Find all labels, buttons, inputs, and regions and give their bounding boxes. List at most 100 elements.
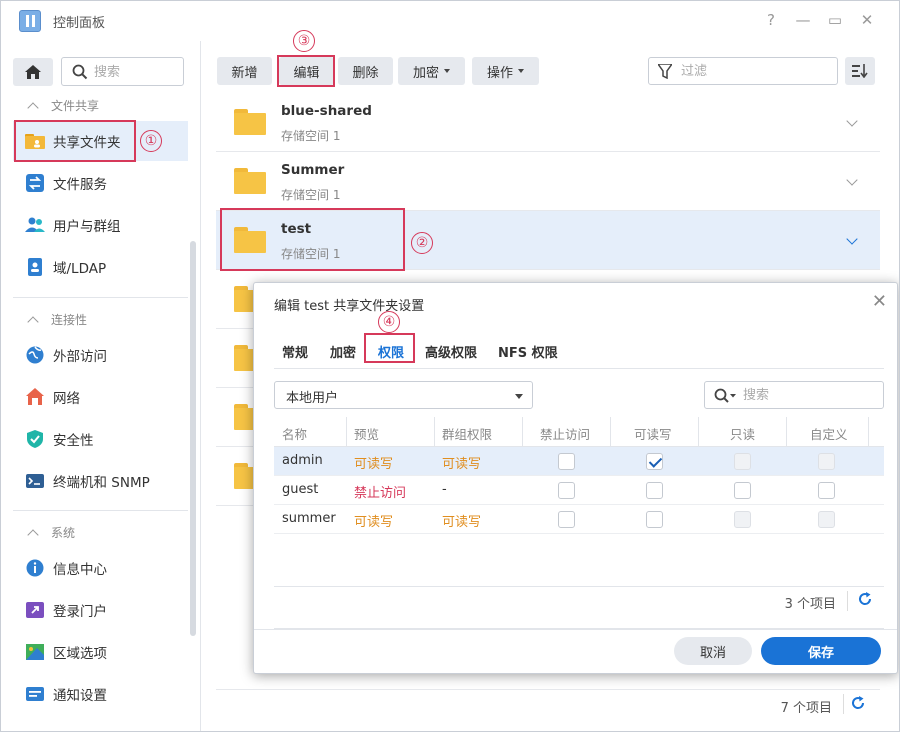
chevron-down-icon[interactable] (846, 233, 858, 245)
sidebar-item-users-groups[interactable]: 用户与群组 (13, 205, 188, 245)
filter-icon (658, 64, 672, 79)
preview-value: 可读写 (354, 515, 394, 530)
grid-footer: 3 个项目 (274, 586, 884, 616)
deny-checkbox[interactable] (558, 511, 575, 528)
dialog-search-input[interactable] (743, 386, 873, 404)
sort-button[interactable] (845, 57, 875, 85)
section-file-sharing[interactable]: 文件共享 (27, 97, 99, 114)
sidebar-item-external-access[interactable]: 外部访问 (13, 335, 188, 375)
sidebar-item-network[interactable]: 网络 (13, 377, 188, 417)
user-name: summer (282, 511, 336, 526)
folder-volume: 存储空间 1 (281, 188, 341, 202)
caret-down-icon (515, 394, 523, 399)
cancel-button[interactable]: 取消 (674, 637, 752, 665)
folder-name: test (281, 221, 312, 237)
table-row[interactable]: admin 可读写 可读写 (274, 447, 884, 476)
grid-header: 名称 预览 群组权限 禁止访问 可读写 只读 自定义 (274, 417, 884, 447)
group-value: 可读写 (442, 457, 482, 472)
sidebar-item-domain-ldap[interactable]: 域/LDAP (13, 247, 188, 287)
control-panel-app-icon (19, 10, 41, 32)
save-button[interactable]: 保存 (761, 637, 881, 665)
footer-divider (843, 694, 844, 714)
col-divider (434, 417, 435, 447)
folder-row[interactable]: Summer 存储空间 1 (216, 152, 880, 211)
col-deny[interactable]: 禁止访问 (540, 424, 590, 443)
custom-checkbox[interactable] (818, 482, 835, 499)
tab-nfs-permissions[interactable]: NFS 权限 (498, 342, 558, 361)
filter-input[interactable] (681, 62, 831, 80)
section-connectivity[interactable]: 连接性 (27, 311, 87, 328)
help-icon[interactable]: ? (761, 11, 781, 29)
deny-checkbox[interactable] (558, 453, 575, 470)
sidebar-scrollbar[interactable] (190, 241, 196, 636)
action-dropdown[interactable]: 操作 (472, 57, 539, 85)
sidebar-item-info-center[interactable]: 信息中心 (13, 548, 188, 588)
deny-checkbox[interactable] (558, 482, 575, 499)
tab-advanced-permissions[interactable]: 高级权限 (425, 342, 477, 361)
terminal-icon (25, 471, 45, 491)
folder-icon (234, 168, 266, 194)
users-groups-icon (25, 215, 45, 235)
tab-general[interactable]: 常规 (282, 342, 308, 361)
read-write-checkbox[interactable] (646, 511, 663, 528)
sidebar-item-terminal-snmp[interactable]: 终端机和 SNMP (13, 461, 188, 501)
dialog-close-icon[interactable]: ✕ (872, 291, 887, 312)
custom-checkbox (818, 511, 835, 528)
sidebar-item-notification[interactable]: 通知设置 (13, 674, 188, 714)
col-read-write[interactable]: 可读写 (634, 424, 672, 443)
sidebar-item-file-services[interactable]: 文件服务 (13, 163, 188, 203)
encrypt-dropdown[interactable]: 加密 (398, 57, 465, 85)
col-group-permission[interactable]: 群组权限 (442, 424, 492, 443)
chevron-down-icon[interactable] (846, 174, 858, 186)
read-only-checkbox[interactable] (734, 482, 751, 499)
folder-icon (234, 109, 266, 135)
sidebar-item-regional-options[interactable]: 区域选项 (13, 632, 188, 672)
footer-divider (847, 591, 848, 611)
delete-button[interactable]: 删除 (338, 57, 393, 85)
encrypt-label: 加密 (412, 64, 439, 80)
section-system[interactable]: 系统 (27, 524, 75, 541)
dialog-search[interactable] (704, 381, 884, 409)
tab-permissions[interactable]: 权限 (378, 342, 404, 361)
refresh-icon[interactable] (858, 592, 872, 606)
grid-item-count: 3 个项目 (784, 597, 836, 612)
folder-row[interactable]: blue-shared 存储空间 1 (216, 93, 880, 152)
close-icon[interactable]: ✕ (857, 11, 877, 29)
maximize-icon[interactable]: ▭ (825, 11, 845, 29)
col-read-only[interactable]: 只读 (730, 424, 755, 443)
read-write-checkbox[interactable] (646, 482, 663, 499)
create-button[interactable]: 新增 (217, 57, 272, 85)
col-custom[interactable]: 自定义 (810, 424, 848, 443)
read-write-checkbox[interactable] (646, 453, 663, 470)
chevron-down-icon[interactable] (846, 115, 858, 127)
sidebar-item-security[interactable]: 安全性 (13, 419, 188, 459)
chevron-up-icon (27, 101, 39, 114)
col-preview[interactable]: 预览 (354, 424, 379, 443)
external-access-icon (25, 345, 45, 365)
edit-button[interactable]: 编辑 (279, 57, 334, 85)
table-row[interactable]: guest 禁止访问 - (274, 476, 884, 505)
minimize-icon[interactable]: — (793, 11, 813, 29)
col-name[interactable]: 名称 (282, 424, 307, 443)
read-only-checkbox (734, 511, 751, 528)
filter-box[interactable] (648, 57, 838, 85)
chevron-up-icon (27, 528, 39, 541)
sidebar-search-input[interactable] (94, 62, 179, 82)
tab-encryption[interactable]: 加密 (330, 342, 356, 361)
folder-row-selected[interactable]: test 存储空间 1 (216, 211, 880, 270)
caret-down-icon (518, 69, 524, 73)
refresh-icon[interactable] (851, 696, 865, 710)
user-type-select[interactable]: 本地用户 (274, 381, 533, 409)
step-badge-1: ① (140, 130, 162, 152)
step-badge-4: ④ (378, 311, 400, 333)
sidebar-search[interactable] (61, 57, 184, 86)
user-type-value: 本地用户 (286, 391, 339, 406)
home-button[interactable] (13, 58, 53, 86)
domain-ldap-icon (25, 257, 45, 277)
edit-shared-folder-dialog: 编辑 test 共享文件夹设置 ✕ 常规 加密 权限 高级权限 NFS 权限 本… (253, 282, 898, 674)
user-name: admin (282, 453, 323, 468)
sidebar-item-login-portal[interactable]: 登录门户 (13, 590, 188, 630)
sidebar: 文件共享 共享文件夹 文件服务 用户与群组 域/LDAP 连接性 外部访问 网络 (1, 41, 201, 731)
table-row[interactable]: summer 可读写 可读写 (274, 505, 884, 534)
notification-icon (25, 684, 45, 704)
